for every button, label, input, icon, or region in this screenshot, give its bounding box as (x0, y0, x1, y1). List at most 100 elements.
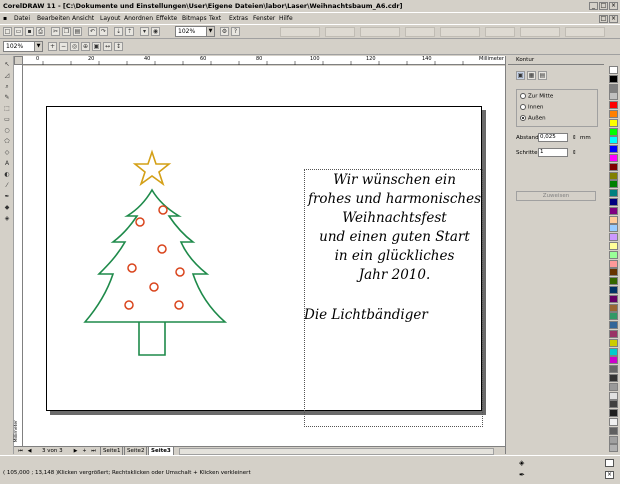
save-icon[interactable]: ▪ (25, 27, 34, 36)
menu-layout[interactable]: Layout (100, 15, 120, 22)
menu-effekte[interactable]: Effekte (156, 15, 177, 22)
color-swatch[interactable] (609, 338, 618, 347)
color-swatch[interactable] (609, 136, 618, 145)
color-swatch[interactable] (609, 92, 618, 101)
color-swatch[interactable] (609, 66, 618, 74)
signature-text[interactable]: Die Lichtbändiger (304, 307, 428, 323)
color-swatch[interactable] (609, 268, 618, 277)
menu-fenster[interactable]: Fenster (253, 15, 275, 22)
color-swatch[interactable] (609, 312, 618, 321)
zoom-selected-icon[interactable]: ◎ (70, 42, 79, 51)
greeting-text-frame[interactable]: Wir wünschen ein frohes und harmonisches… (304, 169, 483, 427)
contour-mode-icon[interactable]: ▣ (516, 71, 525, 80)
rectangle-tool-icon[interactable]: ▭ (2, 115, 12, 124)
first-page-icon[interactable]: ⏮ (17, 448, 24, 455)
smart-fill-icon[interactable]: ⬚ (2, 104, 12, 113)
zoom-page-icon[interactable]: ▣ (92, 42, 101, 51)
color-swatch[interactable] (609, 303, 618, 312)
color-swatch[interactable] (609, 189, 618, 198)
pick-tool-icon[interactable]: ↖ (2, 60, 12, 69)
color-swatch[interactable] (609, 321, 618, 330)
print-icon[interactable]: ⎙ (36, 27, 45, 36)
close-button[interactable]: × (609, 2, 618, 10)
spin-arrows-icon[interactable]: ⇕ (572, 135, 577, 141)
chevron-down-icon[interactable]: ▼ (206, 27, 214, 36)
color-mode-icon[interactable]: ▦ (527, 71, 536, 80)
color-swatch[interactable] (609, 118, 618, 127)
interactive-blend-icon[interactable]: ◐ (2, 170, 12, 179)
horizontal-ruler[interactable]: 0 20 40 60 80 100 120 140 Millimeter (23, 56, 505, 65)
last-page-icon[interactable]: ⏭ (90, 448, 97, 455)
menu-icon[interactable]: ▪ (3, 15, 7, 22)
doc-close-button[interactable]: × (609, 15, 618, 23)
horizontal-scrollbar[interactable] (179, 448, 494, 455)
outline-icon[interactable]: ✒ (519, 471, 525, 479)
color-swatch[interactable] (609, 180, 618, 189)
corel-online-icon[interactable]: ◉ (151, 27, 160, 36)
menu-datei[interactable]: Datei (14, 15, 30, 22)
color-swatch[interactable] (609, 330, 618, 338)
eyedropper-icon[interactable]: ⁄ (2, 181, 12, 190)
color-swatch[interactable] (609, 365, 618, 374)
color-swatch[interactable] (609, 347, 618, 356)
polygon-tool-icon[interactable]: ⬠ (2, 137, 12, 146)
fill-tool-icon[interactable]: ◆ (2, 203, 12, 212)
redo-icon[interactable]: ↷ (99, 27, 108, 36)
maximize-button[interactable]: □ (599, 2, 608, 10)
help-icon[interactable]: ? (231, 27, 240, 36)
zoom-all-icon[interactable]: ⊕ (81, 42, 90, 51)
import-icon[interactable]: ⇣ (114, 27, 123, 36)
cut-icon[interactable]: ✂ (51, 27, 60, 36)
fill-icon[interactable]: ◈ (519, 459, 524, 467)
color-swatch[interactable] (609, 259, 618, 268)
minimize-button[interactable]: _ (589, 2, 598, 10)
vertical-ruler[interactable]: Millimeter (14, 65, 23, 447)
color-swatch[interactable] (609, 277, 618, 286)
ruler-corner[interactable] (14, 56, 23, 65)
color-swatch[interactable] (609, 224, 618, 233)
document-page[interactable]: Wir wünschen ein frohes und harmonisches… (46, 106, 483, 427)
color-swatch[interactable] (609, 171, 618, 180)
text-tool-icon[interactable]: A (2, 159, 12, 168)
paste-icon[interactable]: ▤ (73, 27, 82, 36)
color-swatch[interactable] (609, 435, 618, 444)
option-aussen[interactable]: Außen (520, 115, 546, 122)
zoom-out-icon[interactable]: − (59, 42, 68, 51)
chevron-down-icon[interactable]: ▼ (34, 42, 42, 51)
menu-hilfe[interactable]: Hilfe (279, 15, 293, 22)
color-swatch[interactable] (609, 145, 618, 154)
color-swatch[interactable] (609, 154, 618, 162)
export-icon[interactable]: ⇡ (125, 27, 134, 36)
color-swatch[interactable] (609, 418, 618, 426)
zoom-tool-icon[interactable]: ⌕ (2, 82, 12, 91)
launcher-icon[interactable]: ▾ (140, 27, 149, 36)
interactive-fill-icon[interactable]: ◈ (2, 214, 12, 223)
freehand-tool-icon[interactable]: ✎ (2, 93, 12, 102)
apply-button[interactable]: Zuweisen (516, 191, 596, 201)
zoom-in-icon[interactable]: + (48, 42, 57, 51)
color-swatch[interactable] (609, 294, 618, 303)
accel-mode-icon[interactable]: ▤ (538, 71, 547, 80)
option-zur-mitte[interactable]: Zur Mitte (520, 93, 553, 100)
menu-anordnen[interactable]: Anordnen (124, 15, 153, 22)
color-swatch[interactable] (609, 127, 618, 136)
color-swatch[interactable] (609, 83, 618, 92)
basic-shapes-icon[interactable]: ◇ (2, 148, 12, 157)
shape-tool-icon[interactable]: ◿ (2, 71, 12, 80)
color-swatch[interactable] (609, 426, 618, 435)
zoom-width-icon[interactable]: ↔ (103, 42, 112, 51)
color-swatch[interactable] (609, 391, 618, 400)
color-swatch[interactable] (609, 110, 618, 118)
undo-icon[interactable]: ↶ (88, 27, 97, 36)
menu-text[interactable]: Text (209, 15, 221, 22)
open-icon[interactable]: ▭ (14, 27, 23, 36)
color-swatch[interactable] (609, 74, 618, 83)
outline-swatch[interactable]: × (605, 471, 614, 479)
spin-arrows-icon[interactable]: ⇕ (572, 150, 577, 156)
color-swatch[interactable] (609, 286, 618, 294)
color-swatch[interactable] (609, 250, 618, 259)
next-page-icon[interactable]: ▶ (72, 448, 79, 455)
color-swatch[interactable] (609, 374, 618, 382)
christmas-tree-drawing[interactable] (77, 142, 277, 372)
color-swatch[interactable] (609, 215, 618, 224)
